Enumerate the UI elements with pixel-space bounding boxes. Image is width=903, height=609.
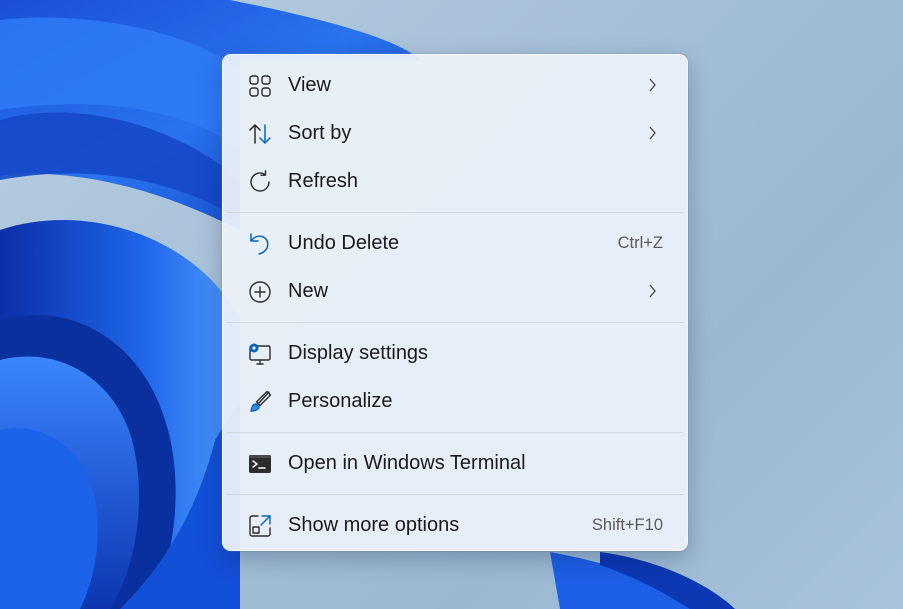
menu-item-view[interactable]: View bbox=[227, 61, 683, 109]
chevron-right-icon bbox=[645, 282, 659, 300]
display-settings-icon bbox=[247, 341, 273, 367]
menu-item-undo-delete[interactable]: Undo Delete Ctrl+Z bbox=[227, 219, 683, 267]
menu-item-view-label: View bbox=[288, 73, 331, 96]
chevron-right-icon bbox=[645, 124, 659, 142]
add-circle-icon bbox=[247, 279, 273, 305]
more-options-shortcut-text: Shift+F10 bbox=[591, 515, 663, 534]
brush-icon bbox=[247, 389, 273, 415]
undo-icon bbox=[247, 231, 273, 257]
menu-separator bbox=[227, 494, 683, 495]
menu-separator bbox=[227, 212, 683, 213]
desktop-context-menu: View Sort by Refresh Undo Delete Ctrl+Z … bbox=[222, 54, 688, 551]
menu-item-undo-delete-label: Undo Delete bbox=[288, 231, 400, 254]
menu-item-show-more-options[interactable]: Show more options Shift+F10 bbox=[227, 501, 683, 549]
menu-item-sort-by-label: Sort by bbox=[288, 121, 352, 144]
menu-item-open-terminal[interactable]: Open in Windows Terminal bbox=[227, 439, 683, 487]
menu-item-show-more-options-label: Show more options bbox=[288, 513, 460, 536]
menu-item-sort-by[interactable]: Sort by bbox=[227, 109, 683, 157]
undo-shortcut-text: Ctrl+Z bbox=[617, 233, 663, 252]
refresh-icon bbox=[247, 169, 273, 195]
menu-item-refresh-label: Refresh bbox=[288, 169, 359, 192]
terminal-icon bbox=[247, 451, 273, 477]
menu-item-refresh[interactable]: Refresh bbox=[227, 157, 683, 205]
menu-item-new-label: New bbox=[288, 279, 329, 302]
menu-item-new[interactable]: New bbox=[227, 267, 683, 315]
menu-item-display-settings[interactable]: Display settings bbox=[227, 329, 683, 377]
chevron-right-icon bbox=[645, 76, 659, 94]
sort-arrows-icon bbox=[247, 121, 273, 147]
menu-separator bbox=[227, 322, 683, 323]
menu-item-personalize[interactable]: Personalize bbox=[227, 377, 683, 425]
menu-item-open-terminal-label: Open in Windows Terminal bbox=[288, 451, 526, 474]
menu-item-display-settings-label: Display settings bbox=[288, 341, 429, 364]
menu-item-personalize-label: Personalize bbox=[288, 389, 393, 412]
view-grid-icon bbox=[247, 73, 273, 99]
menu-separator bbox=[227, 432, 683, 433]
open-external-icon bbox=[247, 513, 273, 539]
